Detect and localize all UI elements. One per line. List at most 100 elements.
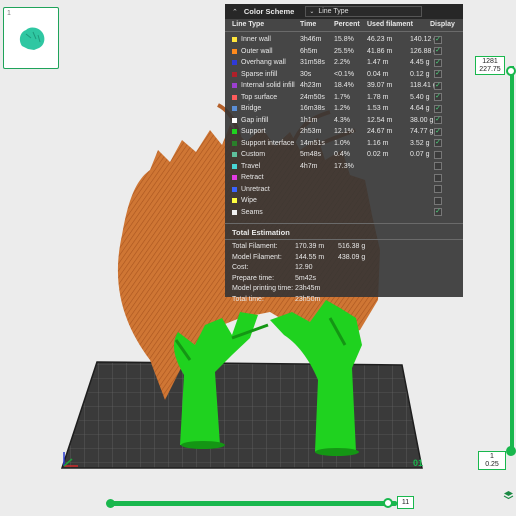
display-checkbox[interactable] xyxy=(434,173,442,182)
total-value: 5m42s xyxy=(295,274,317,282)
build-plate xyxy=(60,361,423,469)
line-type-swatch xyxy=(232,117,237,123)
display-checkbox[interactable]: ✓ xyxy=(434,35,442,44)
total-value: 144.55 m xyxy=(295,253,325,261)
display-checkbox[interactable]: ✓ xyxy=(434,116,442,124)
legend-row: Unretract xyxy=(225,184,463,196)
line-type-name: Outer wall xyxy=(241,47,273,55)
line-type-swatch xyxy=(232,152,237,157)
line-type-swatch xyxy=(232,198,237,203)
display-checkbox[interactable]: ✓ xyxy=(434,127,442,136)
color-scheme-select[interactable]: ⌄ Line Type xyxy=(305,6,423,17)
display-checkbox[interactable]: ✓ xyxy=(434,70,442,78)
display-checkbox[interactable] xyxy=(434,162,442,170)
legend-column-headers: Line Type Time Percent Used filament Dis… xyxy=(225,19,463,32)
line-type-time: 24m50s xyxy=(300,93,325,101)
plate-number-label: 01 xyxy=(413,458,423,468)
layers-icon[interactable] xyxy=(503,490,514,500)
legend-panel: ⌃ Color Scheme ⌄ Line Type Line Type Tim… xyxy=(225,4,463,303)
display-checkbox[interactable] xyxy=(434,185,442,193)
layer-bottom-handle[interactable] xyxy=(506,446,516,456)
line-type-name: Inner wall xyxy=(241,36,271,43)
line-type-name: Unretract xyxy=(241,185,270,193)
line-type-weight: 118.41 g xyxy=(410,82,437,89)
line-type-swatch xyxy=(232,60,237,65)
collapse-chevron-icon[interactable]: ⌃ xyxy=(232,8,238,16)
line-type-name: Retract xyxy=(241,174,264,181)
line-type-percent: 2.2% xyxy=(334,59,350,66)
layer-top-handle[interactable] xyxy=(506,66,516,76)
line-type-weight: 0.07 g xyxy=(410,151,430,158)
move-slider-handle[interactable] xyxy=(383,498,393,508)
line-type-time: 31m58s xyxy=(300,59,325,66)
line-type-percent: 25.5% xyxy=(334,47,354,55)
line-type-name: Seams xyxy=(241,208,263,216)
legend-row: Support interface 14m51s 1.0% 1.16 m 3.52 g ✓ xyxy=(225,138,463,150)
line-type-length: 1.16 m xyxy=(367,139,389,147)
display-checkbox[interactable] xyxy=(434,196,442,205)
total-row: Total time: 23h50m xyxy=(225,295,463,306)
total-value-secondary: 438.09 g xyxy=(338,253,366,261)
line-type-length: 12.54 m xyxy=(367,116,393,124)
line-type-time: 6h5m xyxy=(300,47,318,55)
move-slider-track[interactable] xyxy=(107,501,397,506)
display-checkbox[interactable]: ✓ xyxy=(434,208,442,216)
line-type-time: 5m48s xyxy=(300,151,322,158)
color-scheme-value: Line Type xyxy=(318,8,349,15)
bottom-layer-number: 1 xyxy=(490,453,494,460)
legend-title: Color Scheme xyxy=(243,7,295,16)
line-type-length: 0.04 m xyxy=(367,70,389,78)
plate-thumbnail[interactable]: 1 xyxy=(3,7,59,69)
legend-row: Wipe xyxy=(225,195,463,207)
line-type-length: 41.86 m xyxy=(367,47,393,55)
legend-row: Custom 5m48s 0.4% 0.02 m 0.07 g xyxy=(225,149,463,161)
total-label: Total Filament: xyxy=(232,243,278,250)
line-type-swatch xyxy=(232,129,237,134)
layer-top-readout: 1281 227.75 xyxy=(475,56,505,75)
line-type-weight: 38.00 g xyxy=(410,116,434,124)
legend-row: Sparse infill 30s <0.1% 0.04 m 0.12 g ✓ xyxy=(225,69,463,81)
move-slider-start-handle[interactable] xyxy=(106,499,115,508)
total-value-secondary: 516.38 g xyxy=(338,243,366,250)
legend-row: Gap infill 1h1m 4.3% 12.54 m 38.00 g ✓ xyxy=(225,115,463,127)
line-type-length: 39.07 m xyxy=(367,82,393,89)
total-label: Total time: xyxy=(232,295,264,303)
line-type-weight: 4.45 g xyxy=(410,59,430,66)
display-checkbox[interactable]: ✓ xyxy=(434,47,442,55)
line-type-time: 14m51s xyxy=(300,139,325,147)
line-type-time: 2h53m xyxy=(300,128,322,135)
legend-row: Inner wall 3h46m 15.8% 46.23 m 140.12 g ✓ xyxy=(225,34,463,46)
chevron-down-icon: ⌄ xyxy=(309,9,315,15)
display-checkbox[interactable]: ✓ xyxy=(434,81,442,90)
divider xyxy=(225,223,463,224)
display-checkbox[interactable] xyxy=(434,150,442,159)
total-label: Model Filament: xyxy=(232,253,282,261)
total-value: 23h45m xyxy=(295,285,321,292)
line-type-weight: 0.12 g xyxy=(410,70,430,78)
line-type-swatch xyxy=(232,94,237,100)
line-type-length: 1.78 m xyxy=(367,93,389,101)
line-type-percent: 1.7% xyxy=(334,93,350,101)
line-type-name: Travel xyxy=(241,162,261,170)
line-type-time: 3h46m xyxy=(300,36,322,43)
total-value: 12.90 xyxy=(295,264,313,271)
line-type-percent: 12.1% xyxy=(334,128,354,135)
totals-list: Total Filament: 170.39 m 516.38 g Model Fil… xyxy=(225,242,463,305)
display-checkbox[interactable]: ✓ xyxy=(434,93,442,101)
display-checkbox[interactable]: ✓ xyxy=(434,139,442,147)
line-type-swatch xyxy=(232,71,237,77)
total-row: Model Filament: 144.55 m 438.09 g xyxy=(225,253,463,264)
plate-index: 1 xyxy=(7,10,11,17)
display-checkbox[interactable]: ✓ xyxy=(434,58,442,67)
total-value: 170.39 m xyxy=(295,243,325,250)
legend-header[interactable]: ⌃ Color Scheme ⌄ Line Type xyxy=(225,4,463,19)
display-checkbox[interactable]: ✓ xyxy=(434,104,442,113)
line-type-swatch xyxy=(232,106,237,111)
line-type-swatch xyxy=(232,83,237,88)
layer-slider-track[interactable] xyxy=(510,66,514,454)
legend-row: Top surface 24m50s 1.7% 1.78 m 5.40 g ✓ xyxy=(225,92,463,104)
line-type-name: Sparse infill xyxy=(241,70,278,78)
total-row: Total Filament: 170.39 m 516.38 g xyxy=(225,242,463,253)
line-type-name: Overhang wall xyxy=(241,59,286,66)
legend-row: Bridge 16m38s 1.2% 1.53 m 4.64 g ✓ xyxy=(225,103,463,115)
